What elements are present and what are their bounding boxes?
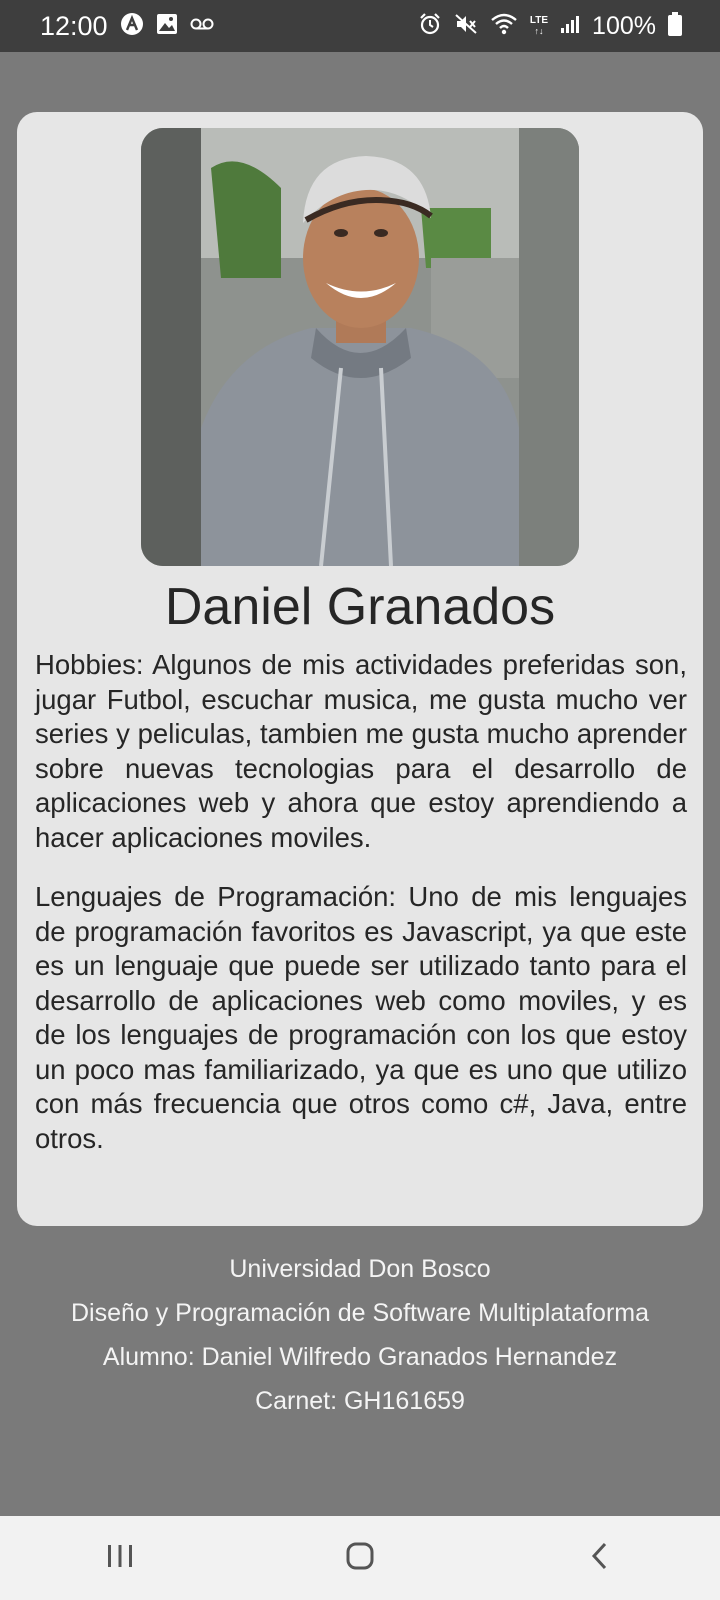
image-icon — [156, 13, 178, 40]
home-button[interactable] — [320, 1528, 400, 1588]
home-icon — [345, 1541, 375, 1576]
app-a-icon — [120, 12, 144, 41]
status-time: 12:00 — [40, 10, 108, 41]
hobbies-text: Hobbies: Algunos de mis actividades pref… — [35, 649, 687, 853]
mute-icon — [454, 12, 478, 41]
footer-carnet: Carnet: GH161659 — [255, 1387, 465, 1415]
footer-university: Universidad Don Bosco — [229, 1255, 491, 1283]
back-button[interactable] — [560, 1528, 640, 1588]
lte-arrows: ↑↓ — [534, 26, 544, 36]
recent-apps-icon — [105, 1543, 135, 1574]
profile-photo — [141, 128, 579, 566]
signal-icon — [560, 14, 580, 39]
system-icons: LTE ↑↓ 100% — [418, 11, 682, 41]
recent-apps-button[interactable] — [80, 1528, 160, 1588]
alarm-icon — [418, 12, 442, 41]
lte-icon: LTE ↑↓ — [529, 15, 549, 37]
profile-card: Daniel Granados Hobbies: Algunos de mis … — [17, 112, 703, 1226]
wifi-icon — [490, 13, 518, 40]
languages-text: Lenguajes de Programación: Uno de mis le… — [35, 881, 687, 1154]
profile-name: Daniel Granados — [164, 578, 556, 636]
voicemail-icon — [190, 17, 214, 36]
battery-percent: 100% — [592, 11, 656, 40]
lte-label: LTE — [529, 15, 549, 26]
notification-icons — [120, 12, 214, 41]
system-nav-bar — [0, 1516, 720, 1600]
footer-course: Diseño y Programación de Software Multip… — [70, 1299, 650, 1327]
status-bar: 12:00 LTE ↑↓ 100% — [0, 0, 720, 52]
back-icon — [589, 1541, 611, 1576]
battery-icon — [668, 11, 682, 41]
footer-student: Alumno: Daniel Wilfredo Granados Hernand… — [102, 1343, 618, 1371]
